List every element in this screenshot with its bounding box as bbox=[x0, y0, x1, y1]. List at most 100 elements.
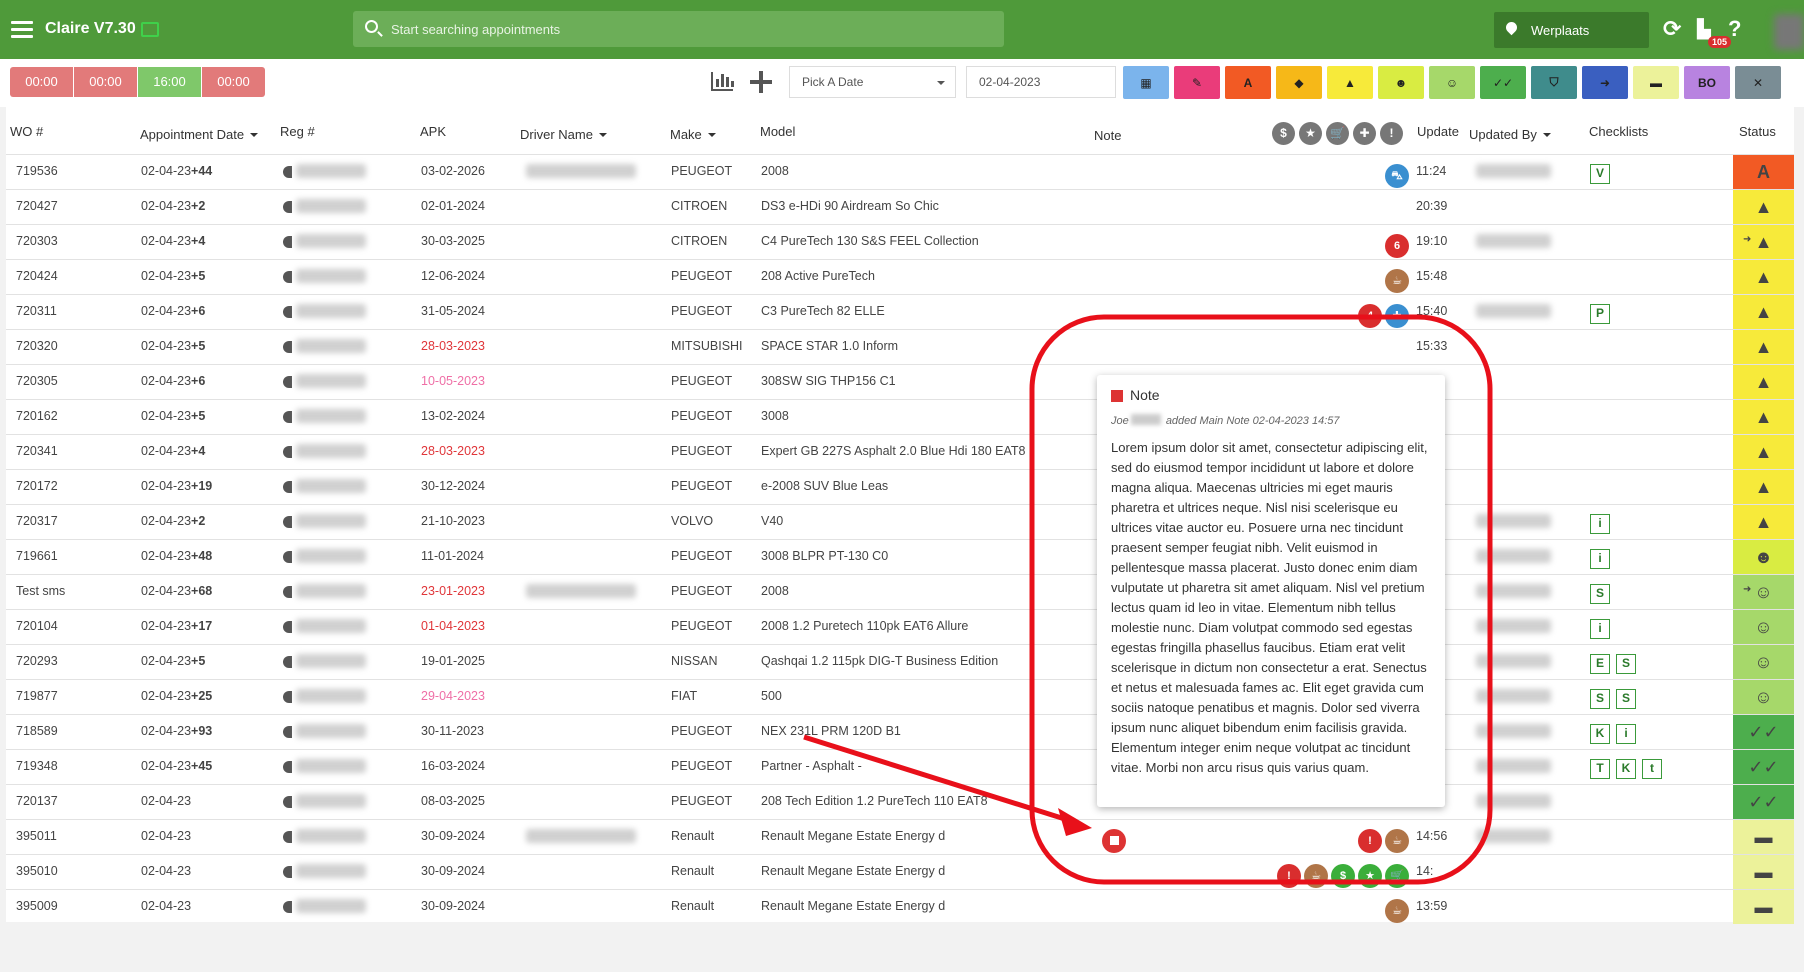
header-filter-icon-2[interactable]: 🛒 bbox=[1326, 122, 1349, 145]
wo-number[interactable]: 395010 bbox=[16, 864, 58, 878]
wo-number[interactable]: 720427 bbox=[16, 199, 58, 213]
status-cell-warning[interactable]: ▲ bbox=[1733, 470, 1794, 504]
wo-number[interactable]: 720317 bbox=[16, 514, 58, 528]
filter-tag-button[interactable]: ◆ bbox=[1276, 66, 1322, 99]
timer-2[interactable]: 16:00 bbox=[138, 67, 201, 97]
table-row[interactable]: 720293 02-04-23+5 19-01-2025 NISSAN Qashqai … bbox=[6, 644, 1794, 679]
checklist-badge[interactable]: i bbox=[1590, 549, 1610, 569]
date-input[interactable]: 02-04-2023 bbox=[966, 66, 1116, 98]
status-cell-double-check[interactable]: ✓✓ bbox=[1733, 715, 1794, 749]
wo-number[interactable]: 719661 bbox=[16, 549, 58, 563]
table-row[interactable]: 720427 02-04-23+2 02-01-2024 CITROEN DS3 e-H… bbox=[6, 189, 1794, 224]
table-row[interactable]: 719877 02-04-23+25 29-04-2023 FIAT 500 S S ☺ bbox=[6, 679, 1794, 714]
checklist-badge[interactable]: S bbox=[1590, 689, 1610, 709]
filter-shield-button[interactable]: ⛉ bbox=[1531, 66, 1577, 99]
table-row[interactable]: 720317 02-04-23+2 21-10-2023 VOLVO V40 i ▲ bbox=[6, 504, 1794, 539]
status-cell-double-check[interactable]: ✓✓ bbox=[1733, 750, 1794, 784]
status-cell-warning[interactable]: ▲ bbox=[1733, 330, 1794, 364]
wo-number[interactable]: 720137 bbox=[16, 794, 58, 808]
checklist-badge[interactable]: E bbox=[1590, 654, 1610, 674]
col-appointment-date[interactable]: Appointment Date bbox=[140, 127, 258, 142]
note-icon[interactable] bbox=[1102, 829, 1126, 853]
search-input[interactable] bbox=[391, 11, 991, 47]
status-cell-car[interactable]: ▬ bbox=[1733, 890, 1794, 924]
row-status-icon[interactable]: ★ bbox=[1358, 864, 1382, 888]
wo-number[interactable]: 720311 bbox=[16, 304, 57, 318]
col-checklists[interactable]: Checklists bbox=[1589, 124, 1648, 139]
timer-3[interactable]: 00:00 bbox=[202, 67, 265, 97]
table-row[interactable]: 395009 02-04-23 30-09-2024 Renault Renault M… bbox=[6, 889, 1794, 924]
wo-number[interactable]: 719877 bbox=[16, 689, 58, 703]
header-filter-icon-0[interactable]: $ bbox=[1272, 122, 1295, 145]
table-row[interactable]: 395010 02-04-23 30-09-2024 Renault Renault M… bbox=[6, 854, 1794, 889]
status-cell-warning[interactable]: ▲ bbox=[1733, 435, 1794, 469]
table-row[interactable]: 720172 02-04-23+19 30-12-2024 PEUGEOT e-2008… bbox=[6, 469, 1794, 504]
row-status-icon[interactable]: ☕ bbox=[1385, 269, 1409, 293]
checklist-badge[interactable]: S bbox=[1616, 654, 1636, 674]
filter-bo-button[interactable]: BO bbox=[1684, 66, 1730, 99]
filter-exit-button[interactable]: ➜ bbox=[1582, 66, 1628, 99]
filter-warning-button[interactable]: ▲ bbox=[1327, 66, 1373, 99]
hamburger-menu-icon[interactable] bbox=[11, 21, 33, 39]
status-cell-warning[interactable]: ▲ bbox=[1733, 260, 1794, 294]
header-filter-icon-4[interactable]: ! bbox=[1380, 122, 1403, 145]
status-cell-warning[interactable]: ▲ bbox=[1733, 505, 1794, 539]
checklist-badge[interactable]: i bbox=[1616, 724, 1636, 744]
timer-0[interactable]: 00:00 bbox=[10, 67, 73, 97]
cast-icon[interactable] bbox=[141, 22, 159, 37]
table-row[interactable]: 719661 02-04-23+48 11-01-2024 PEUGEOT 3008 B… bbox=[6, 539, 1794, 574]
checklist-badge[interactable]: i bbox=[1590, 514, 1610, 534]
wo-number[interactable]: 395009 bbox=[16, 899, 58, 913]
col-make[interactable]: Make bbox=[670, 127, 716, 142]
row-status-icon[interactable]: ! bbox=[1358, 829, 1382, 853]
table-row[interactable]: 720341 02-04-23+4 28-03-2023 PEUGEOT Expert … bbox=[6, 434, 1794, 469]
filter-wrench-button[interactable]: ✎ bbox=[1174, 66, 1220, 99]
filter-user-check-button[interactable]: ☻ bbox=[1378, 66, 1424, 99]
col-note[interactable]: Note bbox=[1094, 128, 1121, 143]
factory-icon[interactable]: ▙ bbox=[1697, 18, 1711, 40]
col-status[interactable]: Status bbox=[1739, 124, 1776, 139]
wo-number[interactable]: 720320 bbox=[16, 339, 58, 353]
table-row[interactable]: 720137 02-04-23 08-03-2025 PEUGEOT 208 Tech … bbox=[6, 784, 1794, 819]
wo-number[interactable]: 720172 bbox=[16, 479, 58, 493]
status-cell-warning[interactable]: ▲ bbox=[1733, 365, 1794, 399]
filter-car-button[interactable]: ▬ bbox=[1633, 66, 1679, 99]
row-status-icon[interactable]: ☕ bbox=[1385, 899, 1409, 923]
wo-number[interactable]: 720162 bbox=[16, 409, 58, 423]
wo-number[interactable]: 720303 bbox=[16, 234, 58, 248]
col-updated-by[interactable]: Updated By bbox=[1469, 127, 1551, 142]
row-status-icon[interactable]: 4 bbox=[1358, 304, 1382, 328]
wo-number[interactable]: Test sms bbox=[16, 584, 65, 598]
table-row[interactable]: 720303 02-04-23+4 30-03-2025 CITROEN C4 Pure… bbox=[6, 224, 1794, 259]
row-status-icon[interactable]: ! bbox=[1277, 864, 1301, 888]
workplace-selector[interactable]: Werplaats bbox=[1494, 12, 1649, 48]
col-update[interactable]: Update bbox=[1417, 124, 1459, 139]
row-status-icon[interactable]: ☕ bbox=[1304, 864, 1328, 888]
col-apk[interactable]: APK bbox=[420, 124, 446, 139]
col-reg[interactable]: Reg # bbox=[280, 124, 315, 139]
status-cell-smiley[interactable]: ☺ bbox=[1733, 645, 1794, 679]
col-driver-name[interactable]: Driver Name bbox=[520, 127, 607, 142]
filter-calendar-button[interactable]: ▦ bbox=[1123, 66, 1169, 99]
status-cell-warning[interactable]: ▲ bbox=[1733, 295, 1794, 329]
checklist-badge[interactable]: V bbox=[1590, 164, 1610, 184]
table-row[interactable]: 720305 02-04-23+6 10-05-2023 PEUGEOT 308SW S… bbox=[6, 364, 1794, 399]
filter-cancel-button[interactable]: ✕ bbox=[1735, 66, 1781, 99]
status-cell-warning[interactable]: ▲ bbox=[1733, 190, 1794, 224]
checklist-badge[interactable]: T bbox=[1590, 759, 1610, 779]
status-cell-warning[interactable]: ▲ bbox=[1733, 400, 1794, 434]
col-model[interactable]: Model bbox=[760, 124, 795, 139]
checklist-badge[interactable]: K bbox=[1616, 759, 1636, 779]
checklist-badge[interactable]: S bbox=[1590, 584, 1610, 604]
status-cell-car[interactable]: ▬ bbox=[1733, 855, 1794, 889]
timer-1[interactable]: 00:00 bbox=[74, 67, 137, 97]
avatar[interactable] bbox=[1774, 14, 1804, 50]
table-row[interactable]: Test sms 02-04-23+68 23-01-2023 PEUGEOT 2008… bbox=[6, 574, 1794, 609]
col-wo[interactable]: WO # bbox=[10, 124, 43, 139]
row-status-icon[interactable]: 🛒 bbox=[1385, 864, 1409, 888]
table-row[interactable]: 395011 02-04-23 30-09-2024 Renault Renault M… bbox=[6, 819, 1794, 854]
wo-number[interactable]: 395011 bbox=[16, 829, 57, 843]
wo-number[interactable]: 719348 bbox=[16, 759, 58, 773]
wo-number[interactable]: 720341 bbox=[16, 444, 58, 458]
header-filter-icon-3[interactable]: ✚ bbox=[1353, 122, 1376, 145]
